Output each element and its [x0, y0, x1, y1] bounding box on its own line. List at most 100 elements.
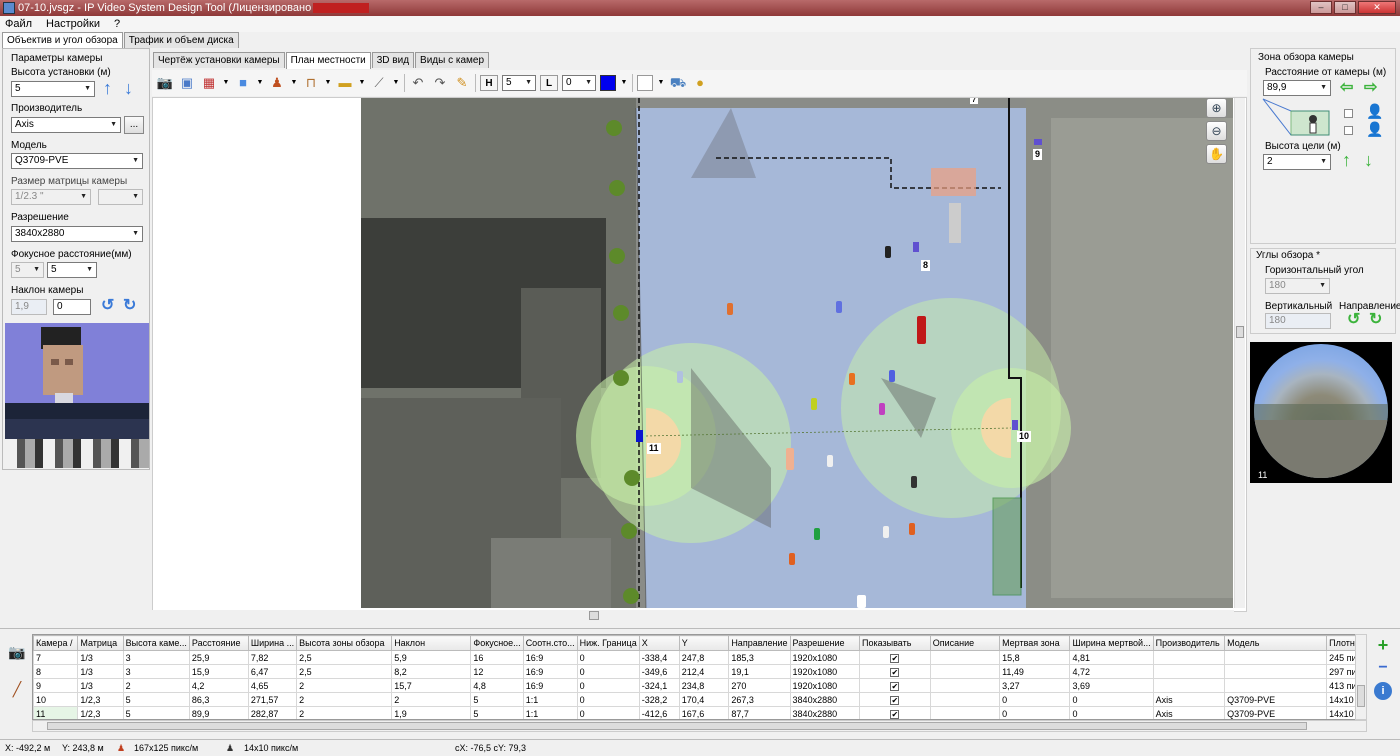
table-cell[interactable]: 4,8 [470, 678, 524, 693]
table-cell[interactable]: 5 [122, 706, 190, 719]
show-checkbox[interactable]: ✔ [890, 653, 900, 663]
table-cell[interactable]: 5,9 [391, 650, 472, 665]
table-cell[interactable]: 1,9 [391, 706, 472, 719]
remove-camera-icon[interactable]: − [1373, 659, 1393, 677]
table-horizontal-scrollbar[interactable] [32, 720, 1367, 732]
add-camera-icon[interactable]: + [1373, 636, 1393, 654]
table-cell[interactable]: 3,69 [1069, 678, 1154, 693]
table-cell[interactable]: -328,2 [638, 692, 680, 707]
column-header[interactable]: Y [678, 635, 730, 651]
table-cell[interactable]: 0 [999, 692, 1071, 707]
column-header[interactable]: Наклон [391, 635, 472, 651]
height-select[interactable]: 5 [11, 81, 95, 97]
table-cell[interactable]: -338,4 [638, 650, 680, 665]
table-cell[interactable]: 15,9 [188, 664, 249, 679]
table-cell[interactable] [1152, 678, 1226, 693]
table-cell[interactable]: 3840x2880 [789, 706, 861, 719]
pan-hand-icon[interactable]: ✋ [1206, 144, 1227, 164]
map-horizontal-scrollbar[interactable] [152, 610, 1234, 622]
rotate-right-icon[interactable]: ↻ [123, 297, 136, 315]
table-cell[interactable]: 15,7 [391, 678, 472, 693]
table-cell[interactable]: 1920x1080 [789, 664, 861, 679]
camera-list-icon[interactable]: 📷 [7, 643, 27, 661]
distance-select[interactable]: 89,9 [1263, 80, 1331, 96]
table-cell[interactable]: ✔ [859, 650, 931, 665]
table-cell[interactable] [929, 678, 1001, 693]
table-cell[interactable]: 11 [33, 706, 79, 719]
table-cell[interactable]: 1:1 [522, 706, 578, 719]
table-cell[interactable]: 4,81 [1069, 650, 1154, 665]
table-cell[interactable]: 1/3 [77, 678, 124, 693]
table-cell[interactable]: 1/2,3 [77, 706, 124, 719]
show-checkbox[interactable]: ✔ [890, 667, 900, 677]
table-cell[interactable]: 1920x1080 [789, 678, 861, 693]
column-header[interactable]: Матрица [77, 635, 124, 651]
bucket-icon[interactable]: ⛟ [669, 75, 687, 91]
menu-settings[interactable]: Настройки [46, 16, 100, 32]
table-cell[interactable]: 2 [296, 706, 393, 719]
direction-left-icon[interactable]: ↺ [1347, 311, 1360, 329]
table-cell[interactable]: 0 [1069, 692, 1154, 707]
color-swatch[interactable] [600, 75, 616, 91]
sensor-select-2[interactable] [98, 189, 143, 205]
table-cell[interactable]: ✔ [859, 706, 931, 719]
column-header[interactable]: Мертвая зона [999, 635, 1071, 651]
table-cell[interactable]: 4,72 [1069, 664, 1154, 679]
column-header[interactable]: Направление [728, 635, 791, 651]
distance-decrease-icon[interactable]: ⇦ [1340, 79, 1353, 97]
table-cell[interactable]: 1/3 [77, 664, 124, 679]
table-cell[interactable]: 0 [999, 706, 1071, 719]
table-cell[interactable]: 12 [470, 664, 524, 679]
model-select[interactable]: Q3709-PVE [11, 153, 143, 169]
table-row[interactable]: 8 1/3 3 15,9 6,47 2,5 8,2 12 16:9 0 -349,6 212,4 19,… [33, 664, 1366, 679]
table-cell[interactable]: 185,3 [728, 650, 791, 665]
column-header[interactable]: Высота каме... [122, 635, 190, 651]
column-header[interactable]: Соотн.сто... [522, 635, 578, 651]
table-cell[interactable]: 4,65 [247, 678, 298, 693]
table-vertical-scrollbar[interactable] [1355, 634, 1367, 720]
table-cell[interactable]: 5 [470, 706, 524, 719]
table-cell[interactable]: 5 [470, 692, 524, 707]
minimize-button[interactable]: – [1310, 1, 1332, 14]
camera-tool-icon[interactable]: 📷 [156, 75, 174, 91]
person-dropdown-icon[interactable]: ▼ [290, 75, 298, 91]
height-level-select[interactable]: 5 [502, 75, 536, 91]
table-cell[interactable]: 267,3 [728, 692, 791, 707]
column-header[interactable]: X [638, 635, 680, 651]
person-tool-icon[interactable]: ♟ [268, 75, 286, 91]
table-cell[interactable]: Axis [1152, 706, 1226, 719]
table-cell[interactable]: 5 [122, 692, 190, 707]
column-header[interactable]: Расстояние [188, 635, 249, 651]
column-header[interactable]: Производитель [1152, 635, 1226, 651]
tab-3d-view[interactable]: 3D вид [371, 52, 415, 68]
height-up-icon[interactable]: ↑ [103, 79, 112, 97]
checkbox-1[interactable] [1344, 109, 1353, 118]
table-cell[interactable]: 247,8 [678, 650, 730, 665]
column-header[interactable]: Ширина ... [247, 635, 298, 651]
menu-file[interactable]: Файл [5, 16, 32, 32]
vertical-angle-input[interactable]: 180 [1265, 313, 1331, 329]
zoom-out-icon[interactable]: ⊖ [1206, 121, 1227, 141]
show-checkbox[interactable]: ✔ [890, 681, 900, 691]
table-row[interactable]: 11 1/2,3 5 89,9 282,87 2 1,9 5 1:1 0 -412,6 167,6 87… [33, 706, 1366, 719]
focal-min-select[interactable]: 5 [11, 262, 44, 278]
ruler-tool-icon[interactable]: ⟋ [370, 75, 388, 91]
table-cell[interactable]: Q3709-PVE [1224, 692, 1328, 707]
focal-select[interactable]: 5 [47, 262, 97, 278]
table-cell[interactable]: 0 [576, 664, 640, 679]
table-cell[interactable]: -324,1 [638, 678, 680, 693]
wall-tool-icon[interactable]: ▦ [200, 75, 218, 91]
table-cell[interactable]: ✔ [859, 664, 931, 679]
camera-11-icon[interactable] [636, 430, 643, 442]
table-cell[interactable]: 1/3 [77, 650, 124, 665]
table-cell[interactable]: 0 [576, 692, 640, 707]
table-cell[interactable] [929, 692, 1001, 707]
tab-site-plan[interactable]: План местности [285, 52, 371, 69]
camera-9-icon[interactable] [1034, 139, 1042, 145]
show-checkbox[interactable]: ✔ [890, 709, 900, 719]
table-cell[interactable]: 2 [296, 678, 393, 693]
camera-10-icon[interactable] [1012, 420, 1018, 430]
car-dropdown-icon[interactable]: ▼ [358, 75, 366, 91]
color-dropdown-icon[interactable]: ▼ [620, 75, 628, 91]
table-cell[interactable]: 167,6 [678, 706, 730, 719]
